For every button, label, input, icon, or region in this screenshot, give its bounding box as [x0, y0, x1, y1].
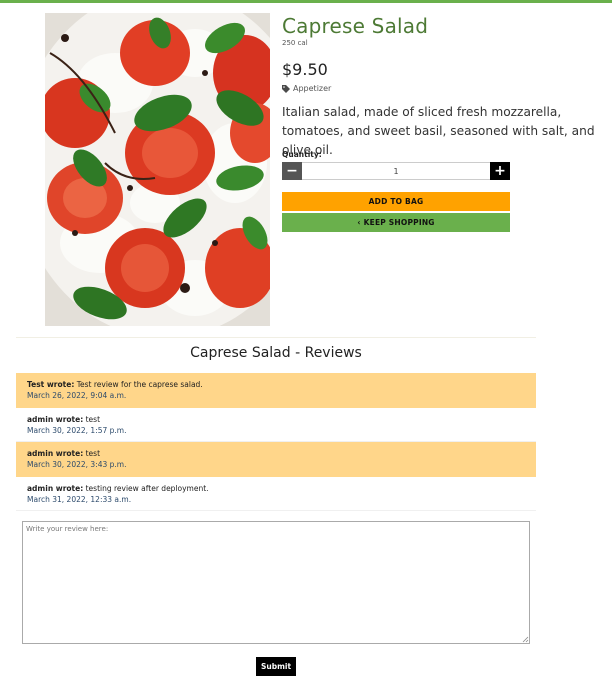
review-author: admin wrote:	[27, 449, 84, 458]
product-image	[45, 13, 270, 326]
review-item: admin wrote: testing review after deploy…	[16, 477, 536, 511]
quantity-stepper: − +	[282, 162, 510, 180]
review-date: March 30, 2022, 1:57 p.m.	[27, 425, 127, 435]
top-accent-bar	[0, 0, 612, 3]
reviews-list: Test wrote: Test review for the caprese …	[16, 373, 536, 511]
minus-icon: −	[286, 163, 298, 179]
category-label: Appetizer	[293, 84, 332, 93]
submit-button[interactable]: Submit	[256, 657, 296, 676]
section-divider	[16, 337, 536, 338]
review-textarea[interactable]	[22, 521, 530, 644]
resize-handle-icon[interactable]	[522, 636, 529, 643]
chevron-left-icon: ‹	[357, 218, 361, 227]
review-text: testing review after deployment.	[85, 483, 209, 493]
product-title: Caprese Salad	[282, 14, 429, 38]
increment-button[interactable]: +	[490, 162, 510, 180]
tag-icon	[282, 84, 290, 93]
review-date: March 31, 2022, 12:33 a.m.	[27, 494, 132, 504]
review-author: admin wrote:	[27, 483, 84, 493]
decrement-button[interactable]: −	[282, 162, 302, 180]
review-date: March 26, 2022, 9:04 a.m.	[27, 391, 127, 400]
keep-shopping-label: KEEP SHOPPING	[363, 218, 435, 227]
product-category[interactable]: Appetizer	[282, 84, 331, 93]
add-to-bag-button[interactable]: ADD TO BAG	[282, 192, 510, 211]
review-text: test	[85, 449, 101, 458]
product-calories: 250 cal	[282, 39, 308, 47]
review-item: admin wrote: test March 30, 2022, 1:57 p…	[16, 408, 536, 442]
review-text: test	[85, 414, 101, 424]
review-author: admin wrote:	[27, 414, 84, 424]
caprese-salad-photo	[45, 13, 270, 326]
review-item: admin wrote: test March 30, 2022, 3:43 p…	[16, 442, 536, 477]
keep-shopping-button[interactable]: ‹ KEEP SHOPPING	[282, 213, 510, 232]
plus-icon: +	[494, 163, 506, 179]
quantity-label: Quantity:	[282, 150, 322, 159]
review-date: March 30, 2022, 3:43 p.m.	[27, 460, 127, 469]
reviews-heading: Caprese Salad - Reviews	[190, 345, 362, 361]
product-price: $9.50	[282, 60, 328, 79]
review-item: Test wrote: Test review for the caprese …	[16, 373, 536, 408]
review-text: Test review for the caprese salad.	[76, 380, 203, 389]
review-author: Test wrote:	[27, 380, 75, 389]
product-description: Italian salad, made of sliced fresh mozz…	[282, 105, 595, 157]
quantity-input[interactable]	[302, 162, 490, 180]
